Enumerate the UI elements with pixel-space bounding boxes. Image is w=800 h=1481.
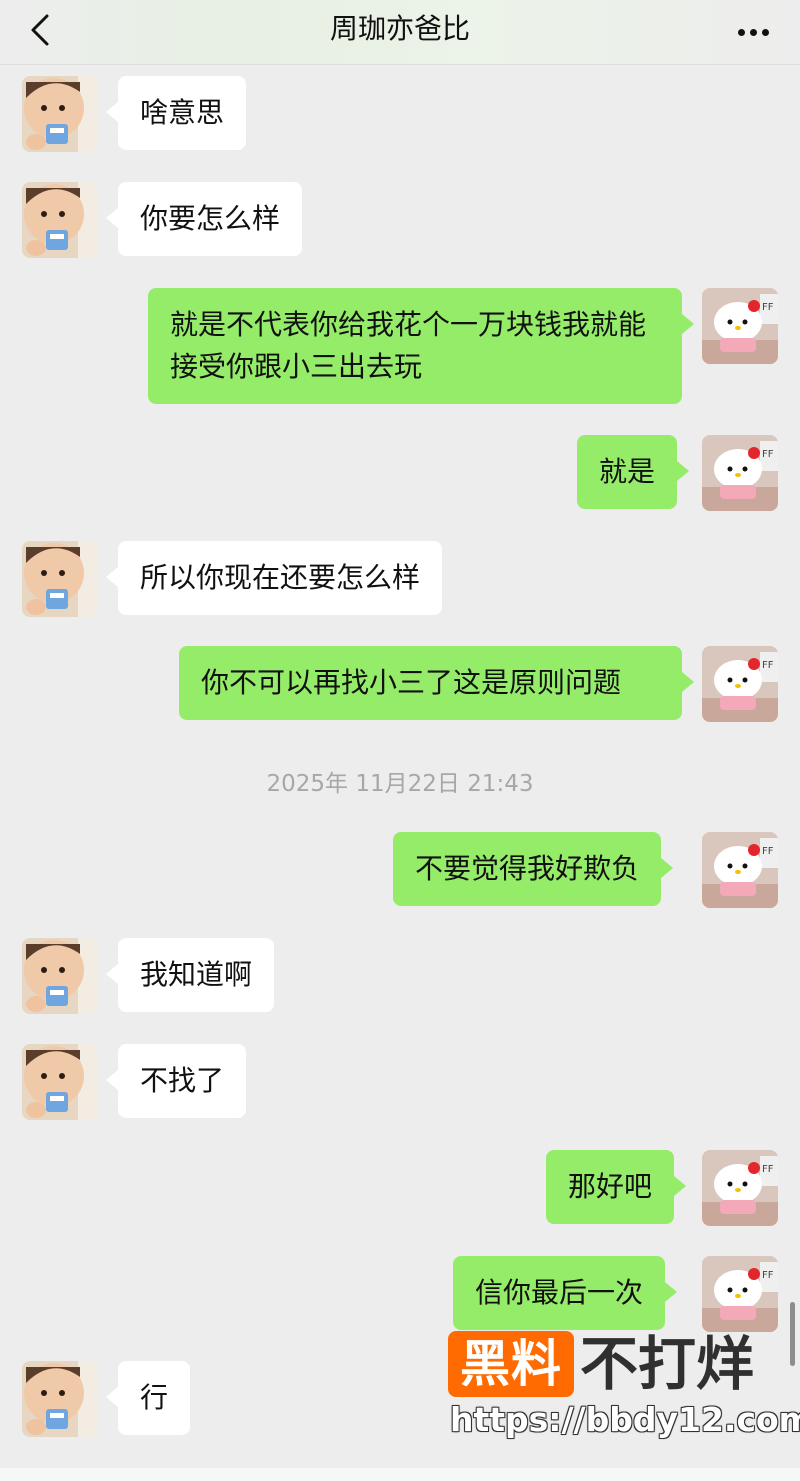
sent-message[interactable]: 不要觉得我好欺负 (393, 832, 674, 906)
chevron-left-icon (31, 14, 49, 46)
my-avatar[interactable]: FF (702, 435, 778, 511)
watermark-text: 不打烊 (580, 1330, 755, 1398)
contact-avatar[interactable] (22, 1044, 98, 1120)
svg-text:FF: FF (762, 846, 774, 857)
svg-text:FF: FF (762, 302, 774, 313)
message-text: 行 (140, 1381, 169, 1414)
received-message[interactable]: 我知道啊 (105, 938, 275, 1012)
chat-scrollbar[interactable] (790, 1302, 795, 1366)
watermark-badge: 黑料 (448, 1331, 574, 1397)
received-message[interactable]: 你要怎么样 (105, 182, 303, 256)
my-avatar[interactable]: FF (702, 1256, 778, 1332)
message-text: 我知道啊 (140, 958, 253, 991)
sent-message[interactable]: 就是 (577, 435, 690, 509)
message-text: 那好吧 (568, 1170, 653, 1203)
chat-header: 周珈亦爸比 (0, 0, 800, 65)
message-text: 你要怎么样 (140, 202, 281, 235)
input-bar-edge (0, 1468, 800, 1481)
sent-message[interactable]: 就是不代表你给我花个一万块钱我就能接受你跟小三出去玩 (148, 288, 694, 404)
message-text: 信你最后一次 (475, 1276, 644, 1309)
message-text: 啥意思 (140, 96, 225, 129)
watermark-url: https://bbdy12.com (450, 1400, 800, 1439)
contact-avatar[interactable] (22, 76, 98, 152)
svg-text:FF: FF (762, 449, 774, 460)
my-avatar[interactable]: FF (702, 646, 778, 722)
more-options-button[interactable] (728, 8, 778, 52)
svg-text:FF: FF (762, 1270, 774, 1281)
contact-avatar[interactable] (22, 938, 98, 1014)
back-button[interactable] (18, 8, 62, 52)
message-text: 就是 (599, 455, 656, 488)
received-message[interactable]: 啥意思 (105, 76, 247, 150)
sent-message[interactable]: 信你最后一次 (453, 1256, 678, 1330)
sent-message[interactable]: 你不可以再找小三了这是原则问题 (179, 646, 694, 720)
svg-text:FF: FF (762, 660, 774, 671)
svg-text:FF: FF (762, 1164, 774, 1175)
received-message[interactable]: 不找了 (105, 1044, 247, 1118)
chat-timestamp: 2025年 11月22日 21:43 (266, 771, 534, 797)
contact-avatar[interactable] (22, 541, 98, 617)
message-text: 不要觉得我好欺负 (415, 852, 640, 885)
message-text: 不找了 (140, 1064, 225, 1097)
chat-title: 周珈亦爸比 (329, 12, 470, 45)
message-text: 就是不代表你给我花个一万块钱我就能接受你跟小三出去玩 (170, 308, 647, 383)
contact-avatar[interactable] (22, 1361, 98, 1437)
message-text: 所以你现在还要怎么样 (140, 561, 421, 594)
my-avatar[interactable]: FF (702, 832, 778, 908)
received-message[interactable]: 行 (105, 1361, 191, 1435)
contact-avatar[interactable] (22, 182, 98, 258)
my-avatar[interactable]: FF (702, 288, 778, 364)
sent-message[interactable]: 那好吧 (546, 1150, 687, 1224)
message-text: 你不可以再找小三了这是原则问题 (201, 666, 622, 699)
ellipsis-icon (735, 21, 771, 40)
my-avatar[interactable]: FF (702, 1150, 778, 1226)
received-message[interactable]: 所以你现在还要怎么样 (105, 541, 443, 615)
